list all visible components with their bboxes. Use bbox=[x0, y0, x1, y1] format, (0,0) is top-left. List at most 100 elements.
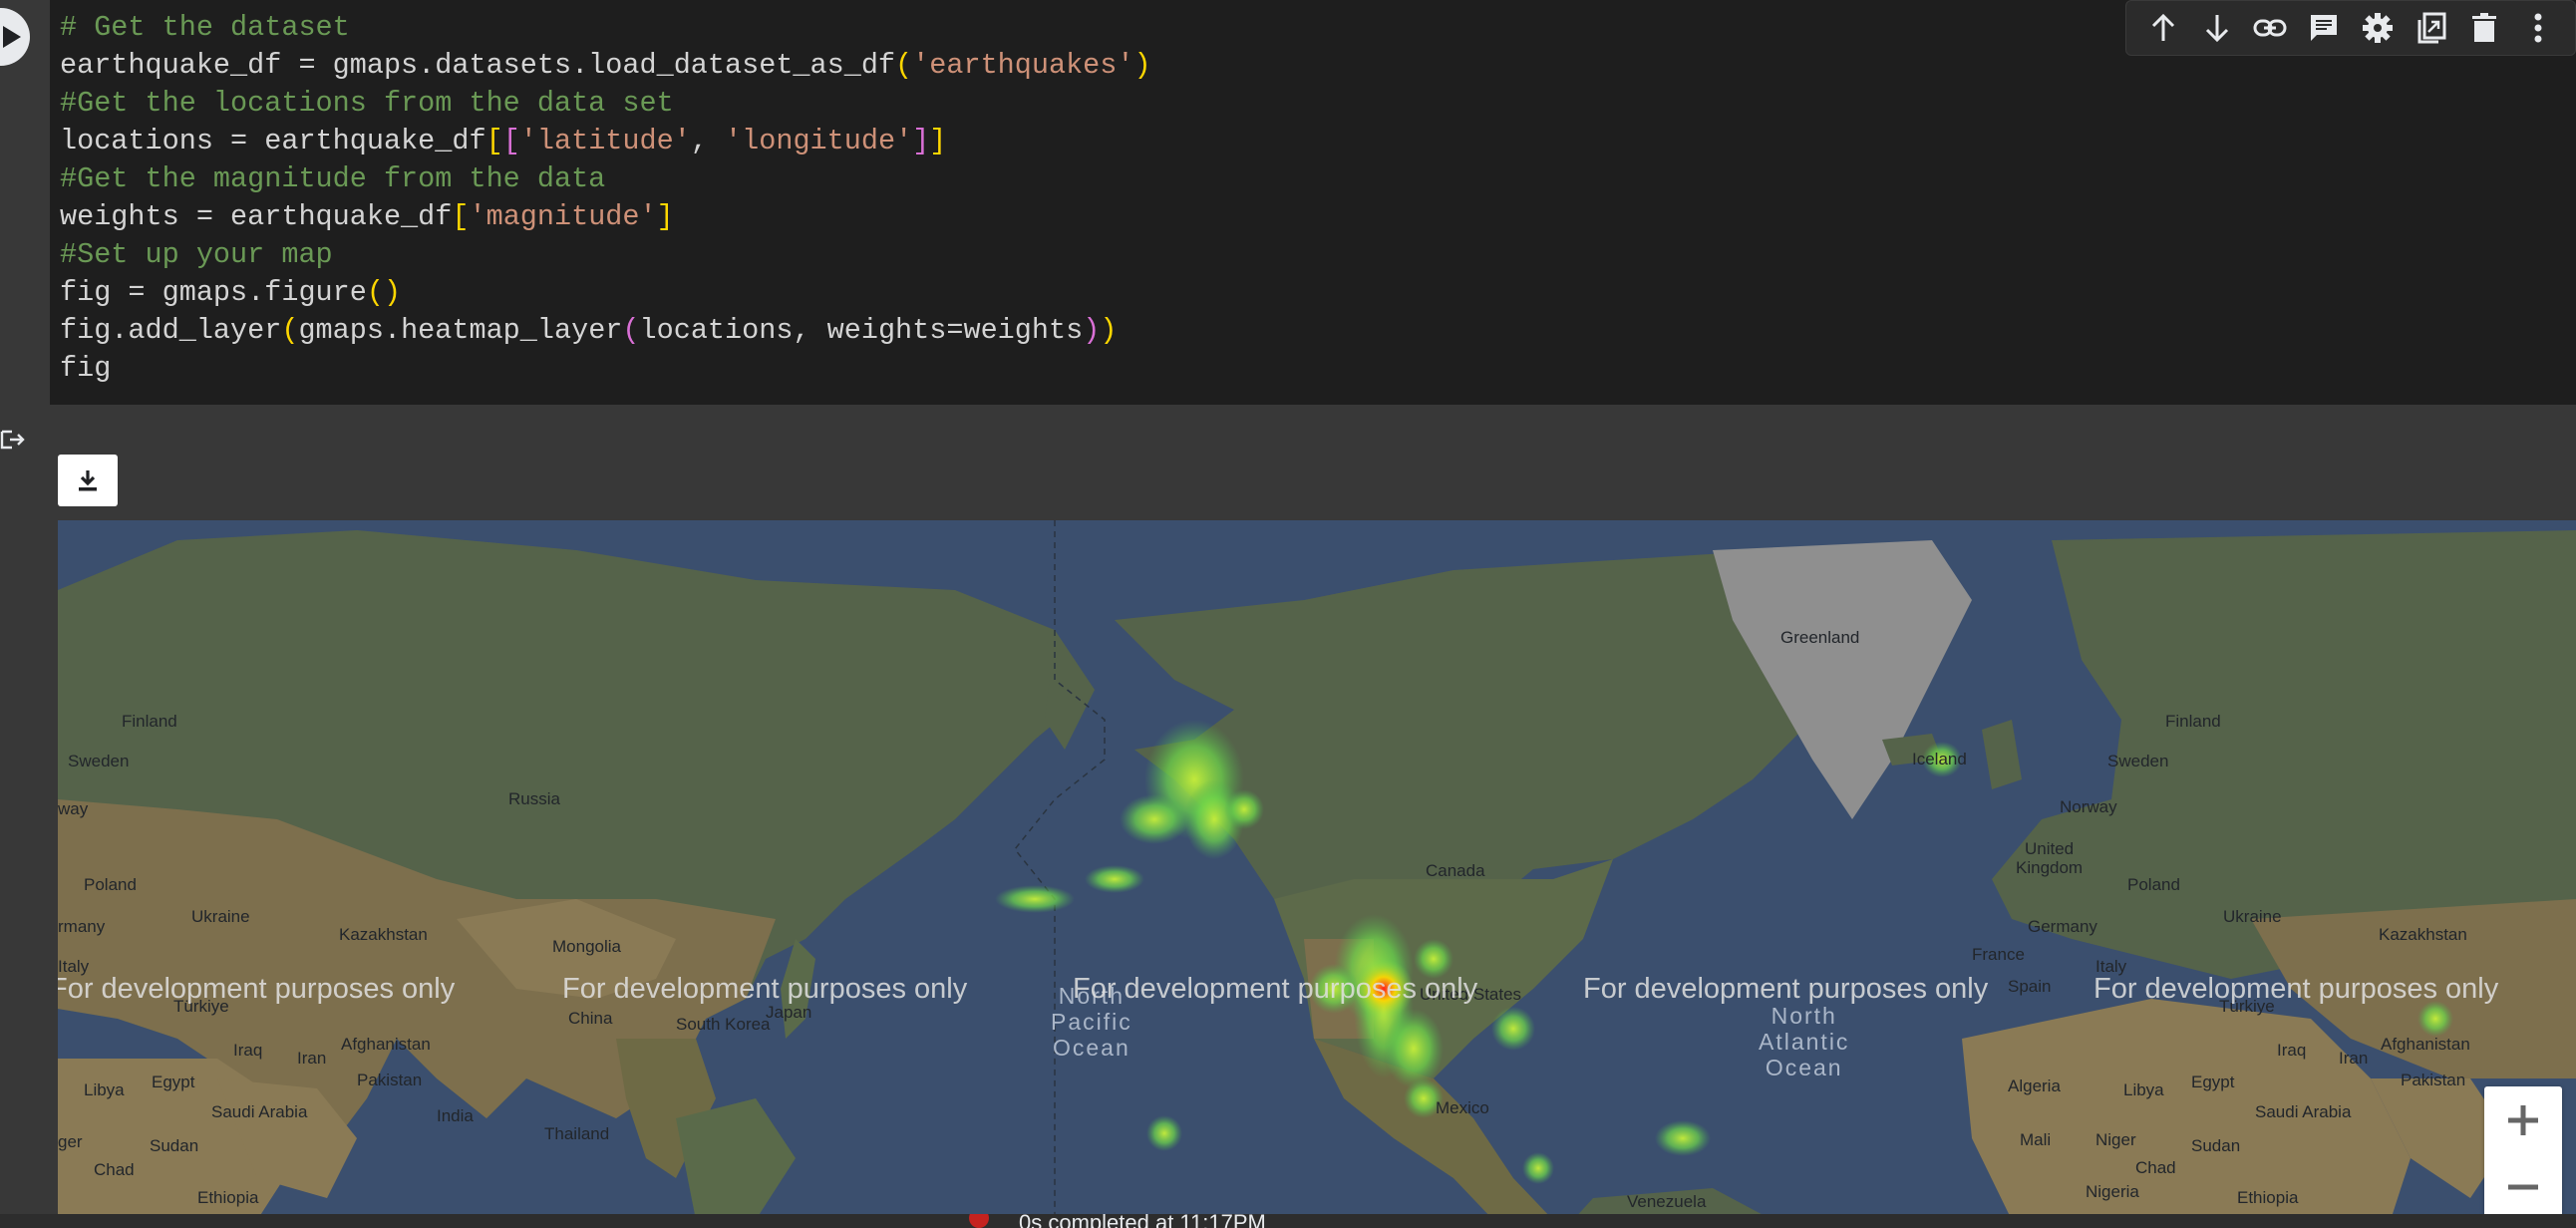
map-label-greenland: Greenland bbox=[1780, 628, 1860, 647]
link-icon bbox=[2253, 19, 2287, 37]
map-label-iceland: Iceland bbox=[1912, 750, 1967, 768]
gear-icon bbox=[2362, 13, 2393, 43]
status-icon bbox=[969, 1214, 989, 1228]
cell-gutter bbox=[0, 0, 50, 1228]
comment-icon bbox=[2311, 15, 2338, 41]
map-label-sudan: Sudan bbox=[150, 1136, 199, 1155]
map-label-afghanistan: Afghanistan bbox=[341, 1035, 431, 1054]
move-cell-down-button[interactable] bbox=[2194, 5, 2240, 51]
map-label-poland-right: Poland bbox=[2127, 875, 2180, 894]
map-label-algeria: Algeria bbox=[2008, 1076, 2061, 1095]
zoom-in-button[interactable] bbox=[2484, 1086, 2562, 1153]
map-label-russia: Russia bbox=[508, 789, 560, 808]
map-label-mongolia: Mongolia bbox=[552, 937, 621, 956]
map-label-saudi-arabia-right: Saudi Arabia bbox=[2255, 1102, 2352, 1121]
map-label-afghanistan-right: Afghanistan bbox=[2381, 1035, 2470, 1054]
map-base-tiles bbox=[58, 520, 2576, 1220]
minus-icon bbox=[2508, 1184, 2538, 1189]
map-label-mexico: Mexico bbox=[1436, 1098, 1489, 1117]
download-map-button[interactable] bbox=[58, 455, 118, 506]
editor-settings-button[interactable] bbox=[2355, 5, 2401, 51]
map-label-ukraine: Ukraine bbox=[191, 907, 250, 926]
map-label-sweden: Sweden bbox=[68, 752, 130, 770]
status-text: 0s completed at 11:17PM bbox=[1019, 1214, 1266, 1228]
code-line-2: earthquake_df = gmaps.datasets.load_data… bbox=[60, 49, 1151, 82]
more-actions-button[interactable] bbox=[2515, 5, 2561, 51]
map-zoom-controls bbox=[2484, 1086, 2562, 1220]
play-icon bbox=[3, 26, 21, 48]
dev-watermark-2: For development purposes only bbox=[562, 973, 968, 1005]
map-label-india: India bbox=[437, 1106, 474, 1125]
code-line-5: #Get the magnitude from the data bbox=[60, 162, 606, 195]
map-label-egypt-right: Egypt bbox=[2191, 1073, 2235, 1091]
dev-watermark-5: For development purposes only bbox=[2093, 973, 2499, 1005]
map-label-iran-right: Iran bbox=[2339, 1049, 2369, 1068]
map-label-pakistan-right: Pakistan bbox=[2401, 1071, 2466, 1089]
mirror-cell-button[interactable] bbox=[2409, 5, 2454, 51]
code-editor[interactable]: # Get the dataset earthquake_df = gmaps.… bbox=[60, 9, 1151, 388]
delete-cell-button[interactable] bbox=[2461, 5, 2507, 51]
map-label-sudan-right: Sudan bbox=[2191, 1136, 2241, 1155]
map-label-sweden-right: Sweden bbox=[2107, 752, 2169, 770]
more-vert-icon bbox=[2534, 13, 2542, 43]
run-cell-button[interactable] bbox=[0, 8, 30, 66]
map-label-united-kingdom: United Kingdom bbox=[2016, 839, 2084, 877]
map-label-china: China bbox=[568, 1009, 613, 1028]
map-label-germany: Germany bbox=[2028, 917, 2097, 936]
map-label-spain: Spain bbox=[2008, 977, 2052, 996]
heatmap-map[interactable]: Finland Sweden way Russia Poland rmany U… bbox=[58, 520, 2576, 1220]
map-label-iran: Iran bbox=[297, 1049, 327, 1068]
map-label-ethiopia-right: Ethiopia bbox=[2237, 1188, 2299, 1207]
map-label-chad-right: Chad bbox=[2135, 1158, 2176, 1177]
map-label-saudi-arabia: Saudi Arabia bbox=[211, 1102, 308, 1121]
map-label-libya-right: Libya bbox=[2123, 1080, 2164, 1099]
map-label-niger-partial: ger bbox=[58, 1132, 83, 1151]
status-bar: 0s completed at 11:17PM bbox=[0, 1214, 2576, 1228]
move-cell-up-button[interactable] bbox=[2140, 5, 2186, 51]
map-label-iraq-right: Iraq bbox=[2277, 1041, 2307, 1060]
map-label-chad: Chad bbox=[94, 1160, 135, 1179]
mirror-tab-icon bbox=[2417, 12, 2446, 44]
map-label-libya: Libya bbox=[84, 1080, 125, 1099]
arrow-down-icon bbox=[2205, 15, 2228, 43]
map-label-norway: Norway bbox=[2060, 797, 2117, 816]
code-line-3: #Get the locations from the data set bbox=[60, 87, 674, 120]
code-line-8: fig = gmaps.figure() bbox=[60, 276, 402, 309]
map-label-ethiopia: Ethiopia bbox=[197, 1188, 259, 1207]
link-to-cell-button[interactable] bbox=[2247, 5, 2293, 51]
map-label-kazakhstan: Kazakhstan bbox=[339, 925, 428, 944]
map-label-ukraine-right: Ukraine bbox=[2223, 907, 2282, 926]
plus-icon bbox=[2508, 1104, 2538, 1135]
code-line-6: weights = earthquake_df['magnitude'] bbox=[60, 200, 674, 233]
map-label-south-korea: South Korea bbox=[676, 1015, 771, 1034]
map-label-mali: Mali bbox=[2020, 1130, 2052, 1149]
cell-output: Finland Sweden way Russia Poland rmany U… bbox=[50, 405, 2576, 1228]
map-label-iraq: Iraq bbox=[233, 1041, 263, 1060]
map-label-france: France bbox=[1972, 945, 2025, 964]
dev-watermark-4: For development purposes only bbox=[1583, 973, 1989, 1005]
map-label-north-atlantic: North Atlantic Ocean bbox=[1759, 1003, 1850, 1080]
map-label-pakistan: Pakistan bbox=[357, 1071, 423, 1089]
code-line-10: fig bbox=[60, 352, 112, 385]
code-line-9: fig.add_layer(gmaps.heatmap_layer(locati… bbox=[60, 314, 1118, 347]
download-icon bbox=[79, 470, 97, 491]
code-line-7: #Set up your map bbox=[60, 238, 333, 271]
trash-icon bbox=[2472, 13, 2497, 42]
map-label-finland-right: Finland bbox=[2165, 712, 2221, 731]
map-label-nigeria: Nigeria bbox=[2086, 1182, 2139, 1201]
code-line-4: locations = earthquake_df[['latitude', '… bbox=[60, 125, 947, 157]
map-label-poland: Poland bbox=[84, 875, 137, 894]
code-line-1: # Get the dataset bbox=[60, 11, 350, 44]
map-label-kazakhstan-right: Kazakhstan bbox=[2379, 925, 2467, 944]
add-comment-button[interactable] bbox=[2301, 5, 2347, 51]
map-label-thailand: Thailand bbox=[544, 1124, 610, 1143]
cell-toolbar bbox=[2125, 0, 2576, 56]
code-cell[interactable]: # Get the dataset earthquake_df = gmaps.… bbox=[50, 0, 2576, 405]
zoom-out-button[interactable] bbox=[2484, 1153, 2562, 1220]
map-label-finland: Finland bbox=[122, 712, 177, 731]
dev-watermark-1: For development purposes only bbox=[58, 973, 456, 1005]
arrow-up-icon bbox=[2151, 13, 2174, 41]
map-label-egypt: Egypt bbox=[152, 1073, 195, 1091]
map-label-norway-partial: way bbox=[58, 799, 89, 818]
output-toggle-icon[interactable] bbox=[0, 429, 26, 456]
